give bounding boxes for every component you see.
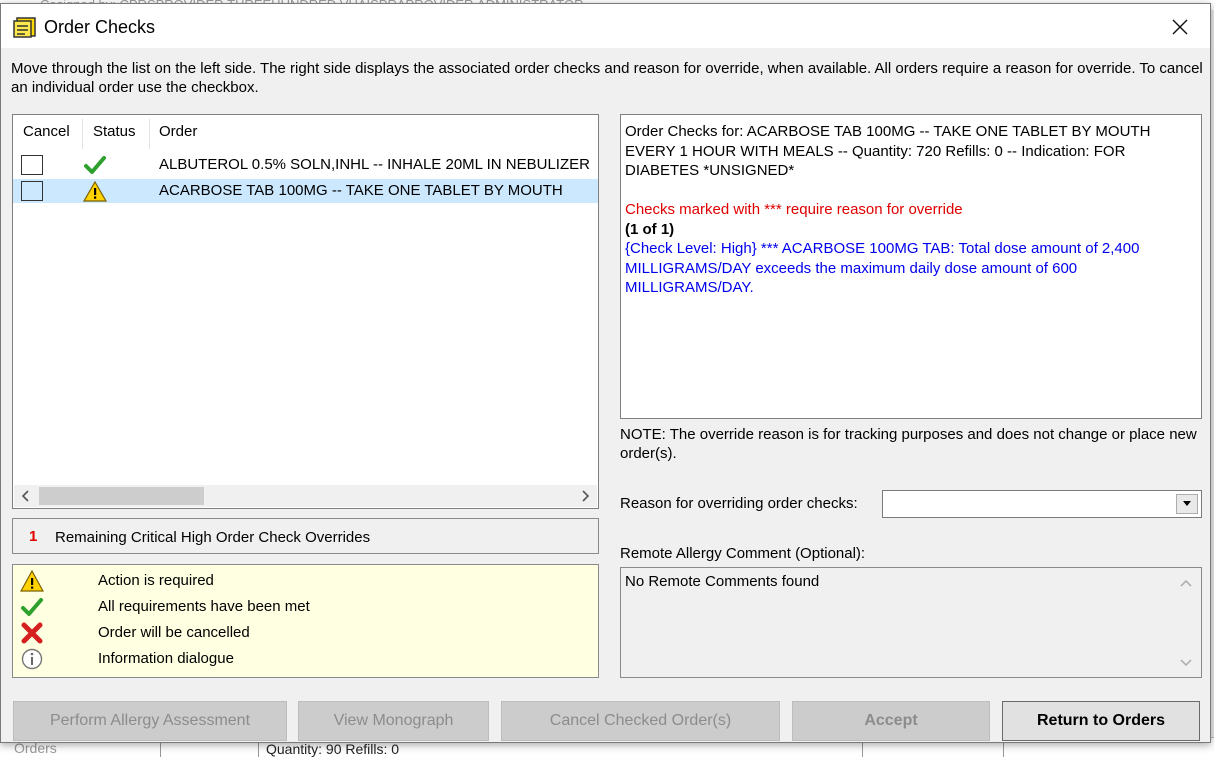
return-to-orders-button[interactable]: Return to Orders <box>1002 701 1200 741</box>
order-checks-detail[interactable]: Order Checks for: ACARBOSE TAB 100MG -- … <box>620 114 1202 419</box>
reason-dropdown[interactable] <box>882 490 1202 518</box>
red-x-icon <box>21 622 43 644</box>
chevron-down-icon <box>1180 659 1192 667</box>
window-title: Order Checks <box>44 17 156 37</box>
scroll-down-button[interactable] <box>1175 653 1197 673</box>
chevron-down-icon <box>1183 501 1191 506</box>
legend-text: Information dialogue <box>98 650 234 667</box>
close-button[interactable] <box>1158 10 1202 44</box>
column-header-cancel[interactable]: Cancel <box>23 123 70 140</box>
cancel-checkbox[interactable] <box>21 155 43 175</box>
column-separator[interactable] <box>82 119 83 149</box>
dropdown-button[interactable] <box>1176 494 1198 514</box>
title-bar[interactable]: Order Checks <box>1 4 1210 48</box>
checkmark-icon <box>21 598 43 616</box>
legend-text: Action is required <box>98 572 214 589</box>
check-counter: (1 of 1) <box>625 220 675 238</box>
check-detail: {Check Level: High} *** ACARBOSE 100MG T… <box>625 240 1140 296</box>
legend-text: Order will be cancelled <box>98 624 250 641</box>
perform-allergy-assessment-button[interactable]: Perform Allergy Assessment <box>13 701 287 741</box>
order-checks-dialog: Order Checks Move through the list on th… <box>0 3 1211 743</box>
cancel-checked-orders-button[interactable]: Cancel Checked Order(s) <box>501 701 780 741</box>
checkmark-icon <box>84 156 106 174</box>
reason-label: Reason for overriding order checks: <box>620 495 858 512</box>
status-legend: Action is required All requirements have… <box>12 564 599 678</box>
remaining-label: Remaining Critical High Order Check Over… <box>55 529 371 546</box>
scroll-thumb[interactable] <box>39 487 204 505</box>
close-icon <box>1172 19 1188 35</box>
chevron-right-icon <box>582 490 590 502</box>
warning-icon <box>83 180 107 202</box>
order-text: ALBUTEROL 0.5% SOLN,INHL -- INHALE 20ML … <box>159 156 590 173</box>
chevron-up-icon <box>1180 579 1192 587</box>
order-text: ACARBOSE TAB 100MG -- TAKE ONE TABLET BY… <box>159 182 563 199</box>
background-bottom-text: Quantity: 90 Refills: 0 <box>266 741 400 757</box>
horizontal-scrollbar[interactable] <box>14 485 597 507</box>
remote-comment-field[interactable]: No Remote Comments found <box>620 567 1202 678</box>
order-checks-header: Order Checks for: ACARBOSE TAB 100MG -- … <box>625 123 1151 179</box>
info-icon <box>21 648 43 670</box>
column-separator[interactable] <box>149 119 150 149</box>
override-note: NOTE: The override reason is for trackin… <box>620 426 1197 462</box>
order-row-acarbose[interactable]: ACARBOSE TAB 100MG -- TAKE ONE TABLET BY… <box>13 179 598 203</box>
override-warning: Checks marked with *** require reason fo… <box>625 201 963 218</box>
order-row-albuterol[interactable]: ALBUTEROL 0.5% SOLN,INHL -- INHALE 20ML … <box>13 153 598 177</box>
legend-item: Information dialogue <box>13 646 598 672</box>
legend-item: Order will be cancelled <box>13 620 598 646</box>
view-monograph-button[interactable]: View Monograph <box>298 701 489 741</box>
warning-icon <box>20 569 44 592</box>
legend-text: All requirements have been met <box>98 598 310 615</box>
legend-item: All requirements have been met <box>13 594 598 620</box>
scroll-left-button[interactable] <box>16 486 36 506</box>
remaining-count: 1 <box>29 528 38 545</box>
instruction-text: Move through the list on the left side. … <box>11 60 1203 96</box>
chevron-left-icon <box>21 490 29 502</box>
scroll-right-button[interactable] <box>575 486 595 506</box>
orders-list[interactable]: Cancel Status Order ALBUTEROL 0.5% SOLN,… <box>12 114 599 509</box>
remote-comment-text: No Remote Comments found <box>625 573 820 590</box>
order-checks-app-icon <box>13 17 36 38</box>
column-header-status[interactable]: Status <box>93 123 136 140</box>
legend-item: Action is required <box>13 568 598 594</box>
remote-comment-label: Remote Allergy Comment (Optional): <box>620 545 866 562</box>
accept-button[interactable]: Accept <box>792 701 990 741</box>
column-header-order[interactable]: Order <box>159 123 197 140</box>
remaining-overrides: 1 Remaining Critical High Order Check Ov… <box>12 518 599 554</box>
scroll-up-button[interactable] <box>1175 573 1197 593</box>
cancel-checkbox[interactable] <box>21 181 43 201</box>
